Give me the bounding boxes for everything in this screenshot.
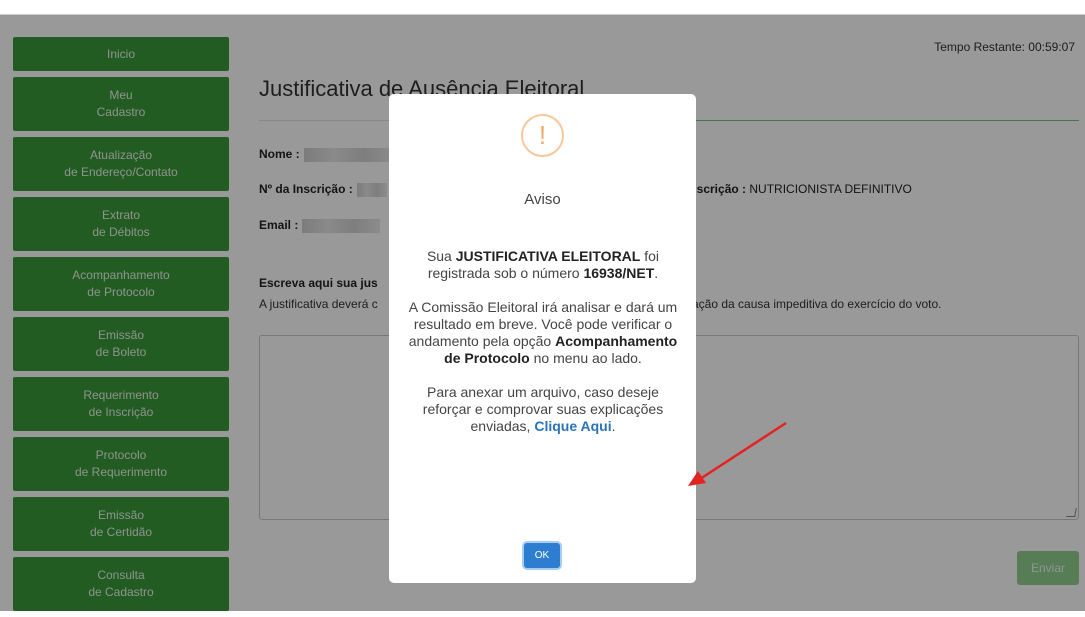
dialog-paragraph-attach: Para anexar um arquivo, caso deseje refo… xyxy=(422,384,664,434)
red-arrow-annotation xyxy=(688,421,787,486)
dialog-paragraph-registration: Sua JUSTIFICATIVA ELEITORAL foi registra… xyxy=(426,248,660,281)
top-bar xyxy=(0,0,1085,15)
warning-icon: ! xyxy=(521,114,564,157)
protocol-number: 16938/NET xyxy=(583,265,655,281)
dialog-body: Sua JUSTIFICATIVA ELEITORAL foi registra… xyxy=(403,248,683,452)
dialog-title: Aviso xyxy=(524,191,561,208)
aviso-dialog: ! Aviso Sua JUSTIFICATIVA ELEITORAL foi … xyxy=(389,94,696,583)
ok-button[interactable]: OK xyxy=(524,543,560,568)
clique-aqui-link[interactable]: Clique Aqui xyxy=(534,418,611,434)
dialog-paragraph-analysis: A Comissão Eleitoral irá analisar e dará… xyxy=(408,299,678,366)
